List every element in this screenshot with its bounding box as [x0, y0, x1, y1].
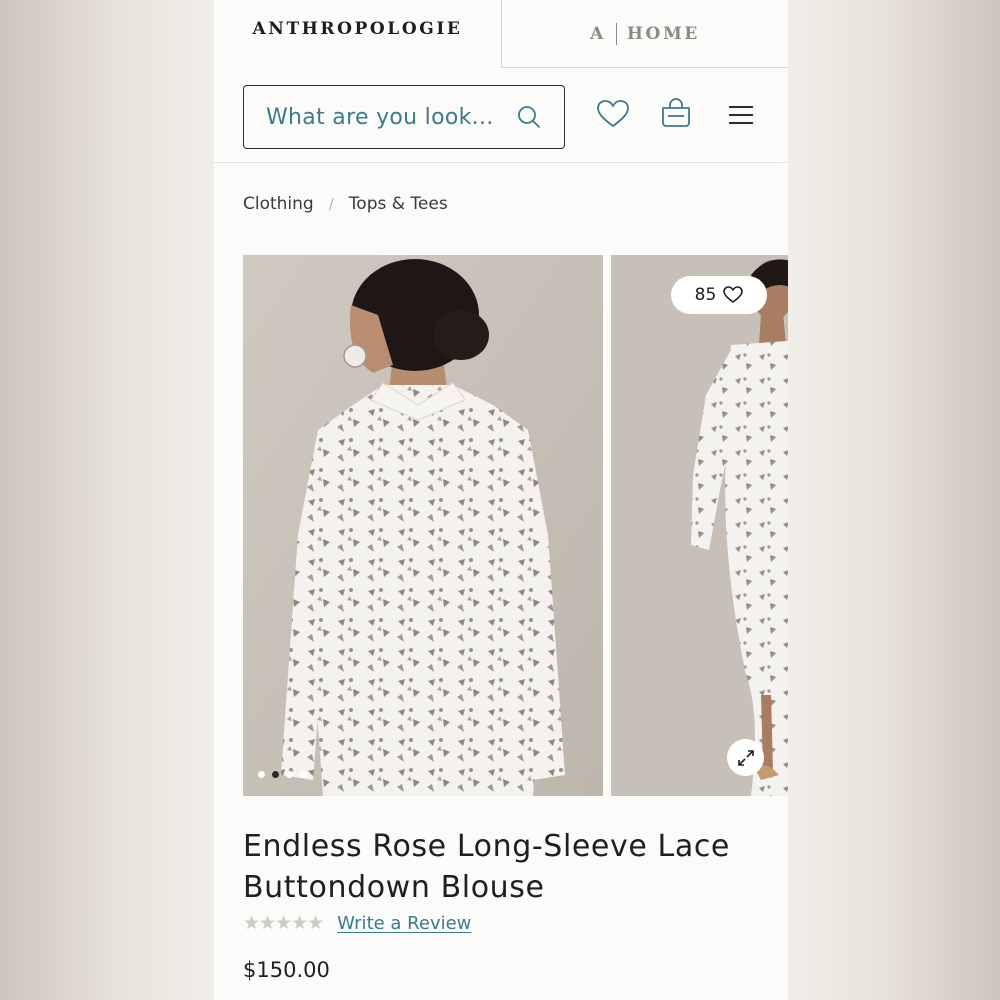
carousel-dot[interactable] — [258, 771, 265, 778]
search-input[interactable]: What are you look... — [243, 85, 565, 149]
carousel-dot[interactable] — [286, 771, 293, 778]
bag-icon[interactable] — [659, 96, 693, 130]
tab-home[interactable]: A HOME — [501, 0, 788, 68]
breadcrumb: Clothing / Tops & Tees — [243, 194, 448, 214]
product-photo-back-view — [243, 255, 603, 796]
carousel-dot[interactable] — [300, 771, 307, 778]
star-rating-icon: ★★★★★ — [243, 913, 324, 934]
expand-image-button[interactable] — [727, 739, 764, 776]
phone-screen: ANTHROPOLOGIE A HOME What are you look..… — [214, 0, 788, 1000]
product-image-secondary[interactable] — [611, 255, 788, 796]
header-divider — [214, 162, 788, 163]
breadcrumb-tops-tees[interactable]: Tops & Tees — [349, 194, 448, 214]
heart-icon[interactable] — [596, 99, 630, 129]
rating-row: ★★★★★ Write a Review — [243, 912, 471, 935]
write-review-link[interactable]: Write a Review — [337, 913, 471, 934]
menu-icon[interactable] — [727, 104, 755, 126]
product-photo-front-view — [611, 255, 788, 796]
likes-button[interactable]: 85 — [671, 276, 767, 314]
product-price: $150.00 — [243, 958, 330, 982]
search-icon[interactable] — [516, 104, 542, 130]
carousel-dots — [258, 771, 307, 778]
likes-count: 85 — [694, 285, 717, 305]
expand-icon — [737, 749, 754, 766]
product-image-main[interactable] — [243, 255, 603, 796]
search-placeholder: What are you look... — [266, 104, 494, 130]
product-title: Endless Rose Long-Sleeve Lace Buttondown… — [243, 829, 730, 905]
heart-outline-icon — [723, 286, 744, 303]
tab-anthropologie[interactable]: ANTHROPOLOGIE — [214, 0, 501, 58]
breadcrumb-clothing[interactable]: Clothing — [243, 194, 314, 214]
carousel-dot-active[interactable] — [272, 771, 279, 778]
tab-home-label: HOME — [626, 23, 700, 44]
breadcrumb-separator: / — [328, 195, 334, 213]
tab-anthropologie-label: ANTHROPOLOGIE — [252, 19, 463, 39]
tab-home-divider — [615, 22, 617, 45]
tab-home-letter: A — [590, 23, 606, 44]
